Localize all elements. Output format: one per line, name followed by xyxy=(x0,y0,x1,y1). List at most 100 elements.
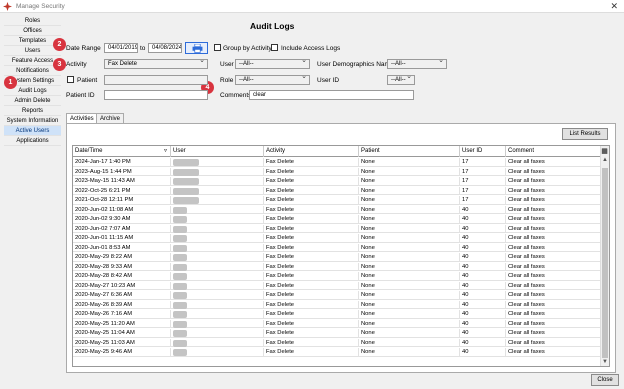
redacted-user-name xyxy=(173,330,187,337)
group-by-activity-checkbox[interactable] xyxy=(214,44,221,51)
redacted-user-name xyxy=(173,168,199,176)
nav-item-roles[interactable]: Roles xyxy=(4,16,61,26)
role-select[interactable]: --All-- xyxy=(235,75,310,85)
table-row[interactable]: 2020-Jun-02 7:07 AM Fax Delete None 40 Clear… xyxy=(73,224,601,233)
table-row[interactable]: 2020-May-26 7:16 AM Fax Delete None 40 Clear… xyxy=(73,310,601,319)
nav-item-notifications[interactable]: Notifications xyxy=(4,66,61,76)
activity-cell: Fax Delete xyxy=(264,310,359,319)
patient-checkbox[interactable] xyxy=(67,76,74,83)
redacted-user-name xyxy=(173,311,187,318)
table-row[interactable]: 2023-Aug-15 1:44 PM Fax Delete None 17 Clear… xyxy=(73,167,601,176)
comment-cell: Clear all faxes xyxy=(506,310,601,319)
user-id-cell: 40 xyxy=(460,300,506,309)
activity-cell: Fax Delete xyxy=(264,281,359,290)
table-row[interactable]: 2020-Jun-01 8:53 AM Fax Delete None 40 Clear… xyxy=(73,243,601,252)
to-label: to xyxy=(140,45,146,52)
user-demographics-select[interactable]: --All-- xyxy=(387,59,447,69)
include-access-logs-checkbox[interactable] xyxy=(271,44,278,51)
column-options-icon[interactable]: ▦ xyxy=(600,147,609,156)
redacted-user-name xyxy=(173,339,187,347)
table-row[interactable]: 2020-May-28 8:42 AM Fax Delete None 40 Clear… xyxy=(73,272,601,281)
table-row[interactable]: 2020-May-29 8:22 AM Fax Delete None 40 Clear… xyxy=(73,253,601,262)
datetime-cell: 2020-May-29 8:22 AM xyxy=(73,253,171,262)
table-row[interactable]: 2024-Jan-17 1:40 PM Fax Delete None 17 Clear… xyxy=(73,158,601,167)
table-row[interactable]: 2020-May-25 9:46 AM Fax Delete None 40 Clear… xyxy=(73,348,601,357)
user-select[interactable]: --All-- xyxy=(235,59,310,69)
user-cell-redacted xyxy=(171,300,264,309)
user-cell-redacted xyxy=(171,158,264,167)
nav-item-admin-delete[interactable]: Admin Delete xyxy=(4,96,61,106)
vertical-scrollbar[interactable]: ▦ ▲ ▼ xyxy=(600,146,609,366)
table-row[interactable]: 2023-May-15 11:43 AM Fax Delete None 17 Clea… xyxy=(73,177,601,186)
close-button[interactable]: Close xyxy=(591,374,619,386)
patient-cell: None xyxy=(359,329,460,338)
table-row[interactable]: 2020-May-26 8:39 AM Fax Delete None 40 Clear… xyxy=(73,300,601,309)
activity-cell: Fax Delete xyxy=(264,329,359,338)
user-id-cell: 17 xyxy=(460,186,506,195)
patient-cell: None xyxy=(359,167,460,176)
nav-item-system-information[interactable]: System Information xyxy=(4,116,61,126)
comments-input[interactable]: clear xyxy=(249,90,414,100)
nav-item-offices[interactable]: Offices xyxy=(4,26,61,36)
scrollbar-thumb[interactable] xyxy=(602,168,608,358)
patient-id-input[interactable] xyxy=(104,90,208,100)
table-row[interactable]: 2020-Jun-01 11:15 AM Fax Delete None 40 Clea… xyxy=(73,234,601,243)
activity-cell: Fax Delete xyxy=(264,291,359,300)
patient-cell: None xyxy=(359,177,460,186)
activity-cell: Fax Delete xyxy=(264,186,359,195)
table-row[interactable]: 2020-May-25 11:20 AM Fax Delete None 40 Clea… xyxy=(73,319,601,328)
group-by-activity-label: Group by Activity xyxy=(223,45,272,52)
column-header-activity[interactable]: Activity xyxy=(264,146,359,157)
comment-cell: Clear all faxes xyxy=(506,243,601,252)
redacted-user-name xyxy=(173,349,187,356)
patient-cell: None xyxy=(359,348,460,357)
comment-cell: Clear all faxes xyxy=(506,234,601,243)
user-id-cell: 40 xyxy=(460,224,506,233)
column-header-comment[interactable]: Comment xyxy=(506,146,601,157)
datetime-cell: 2020-May-27 10:23 AM xyxy=(73,281,171,290)
table-row[interactable]: 2020-Jun-02 11:08 AM Fax Delete None 40 Clea… xyxy=(73,205,601,214)
redacted-user-name xyxy=(173,206,187,214)
nav-item-users[interactable]: Users xyxy=(4,46,61,56)
nav-item-reports[interactable]: Reports xyxy=(4,106,61,116)
page-title: Audit Logs xyxy=(250,21,295,31)
user-cell-redacted xyxy=(171,253,264,262)
table-row[interactable]: 2022-Oct-25 6:21 PM Fax Delete None 17 Clear… xyxy=(73,186,601,195)
print-button[interactable] xyxy=(185,42,208,54)
table-row[interactable]: 2020-Jun-02 9:30 AM Fax Delete None 40 Clear… xyxy=(73,215,601,224)
nav-item-active-users[interactable]: Active Users xyxy=(4,126,61,136)
patient-cell: None xyxy=(359,262,460,271)
scroll-down-icon[interactable]: ▼ xyxy=(601,358,609,366)
table-row[interactable]: 2020-May-25 11:04 AM Fax Delete None 40 Clea… xyxy=(73,329,601,338)
redacted-user-name xyxy=(173,197,199,204)
title-bar: Manage Security ✕ xyxy=(0,0,624,13)
table-row[interactable]: 2021-Oct-28 12:11 PM Fax Delete None 17 Clea… xyxy=(73,196,601,205)
patient-cell: None xyxy=(359,196,460,205)
column-header-user[interactable]: User xyxy=(171,146,264,157)
table-row[interactable]: 2020-May-28 9:33 AM Fax Delete None 40 Clear… xyxy=(73,262,601,271)
user-id-cell: 40 xyxy=(460,262,506,271)
table-row[interactable]: 2020-May-25 11:03 AM Fax Delete None 40 Clea… xyxy=(73,338,601,347)
patient-input[interactable] xyxy=(104,75,208,85)
datetime-cell: 2020-Jun-02 7:07 AM xyxy=(73,224,171,233)
user-id-cell: 40 xyxy=(460,348,506,357)
list-results-button[interactable]: List Results xyxy=(562,128,608,140)
column-header-user-id[interactable]: User ID xyxy=(460,146,506,157)
filter-icon[interactable]: ▿ xyxy=(164,146,167,157)
table-row[interactable]: 2020-May-27 6:36 AM Fax Delete None 40 Clear… xyxy=(73,291,601,300)
patient-cell: None xyxy=(359,319,460,328)
close-window-icon[interactable]: ✕ xyxy=(610,1,618,12)
table-row[interactable]: 2020-May-27 10:23 AM Fax Delete None 40 Clea… xyxy=(73,281,601,290)
redacted-user-name xyxy=(173,263,187,271)
activity-select[interactable]: Fax Delete xyxy=(104,59,208,69)
nav-item-applications[interactable]: Applications xyxy=(4,136,61,146)
date-to-input[interactable]: 04/08/2024 xyxy=(148,43,182,53)
user-cell-redacted xyxy=(171,262,264,271)
date-from-input[interactable]: 04/01/2019 xyxy=(104,43,138,53)
column-header-patient[interactable]: Patient xyxy=(359,146,460,157)
user-id-cell: 40 xyxy=(460,205,506,214)
activity-cell: Fax Delete xyxy=(264,262,359,271)
user-id-select[interactable]: --All-- xyxy=(387,75,415,85)
column-header-datetime[interactable]: Date/Time ▿ xyxy=(73,146,171,157)
scroll-up-icon[interactable]: ▲ xyxy=(601,156,609,164)
